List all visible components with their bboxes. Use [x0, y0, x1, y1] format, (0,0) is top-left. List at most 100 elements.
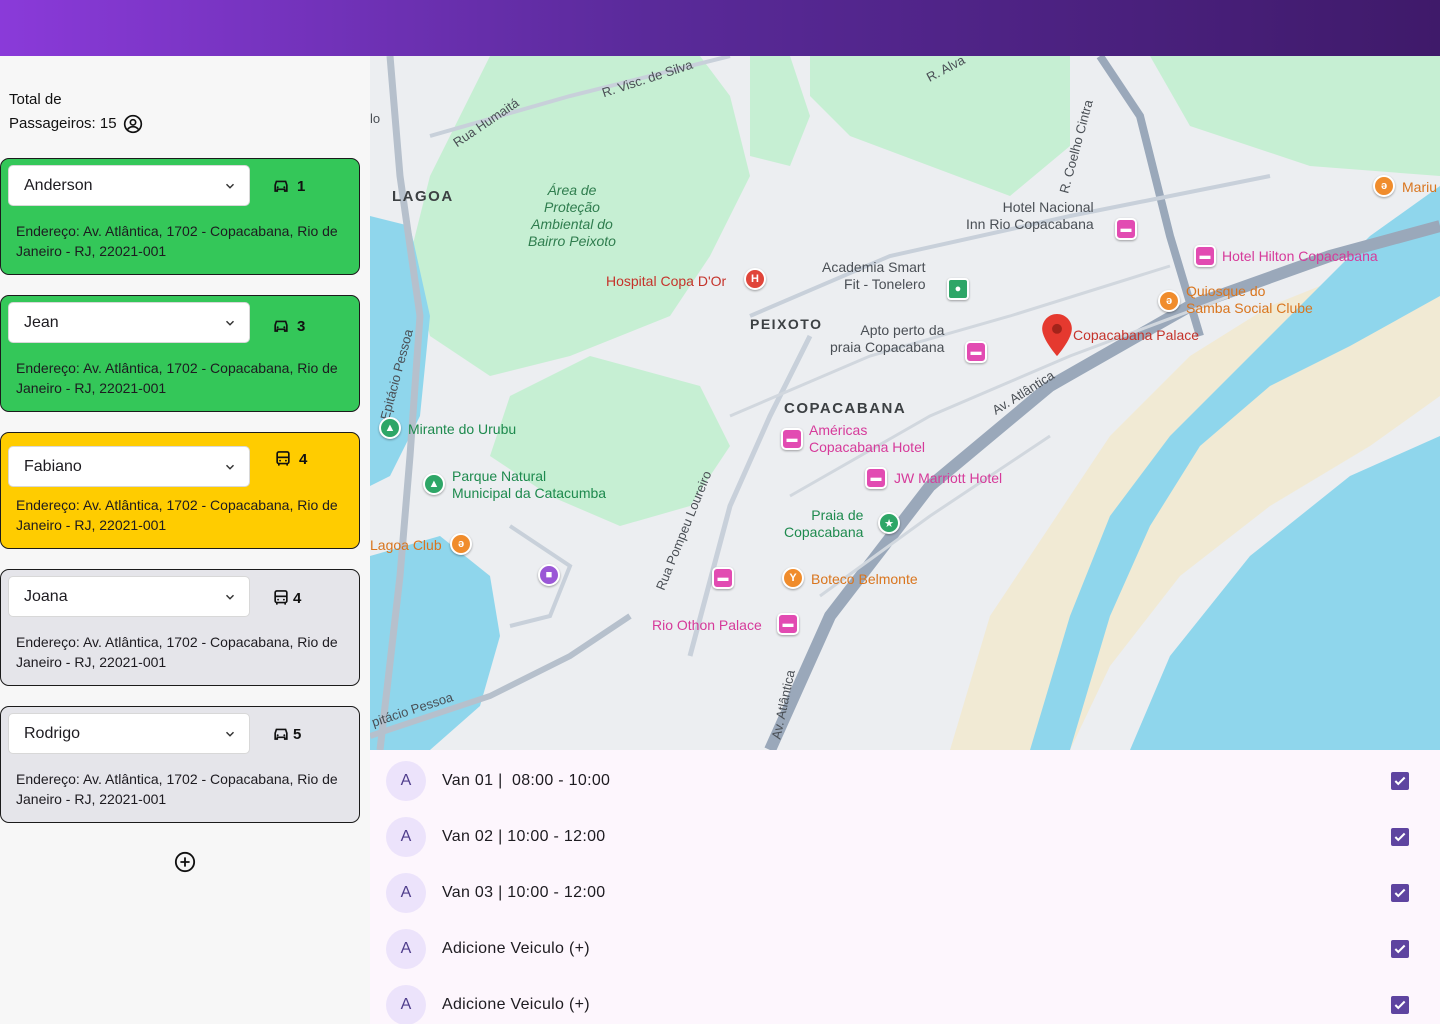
- passenger-card[interactable]: Jean 3 Endereço: Av. Atlântica, 1702 - C…: [0, 295, 360, 412]
- passenger-card[interactable]: Rodrigo 5 Endereço: Av. Atlântica, 1702 …: [0, 706, 360, 823]
- hotel-icon[interactable]: ▬: [1194, 245, 1216, 267]
- bus-icon: [276, 451, 290, 466]
- hotel-icon[interactable]: ▬: [712, 567, 734, 589]
- passenger-select[interactable]: Jean: [8, 302, 250, 343]
- map-label: Copacabana Palace: [1073, 327, 1200, 343]
- hotel-icon[interactable]: ▬: [965, 341, 987, 363]
- checkbox[interactable]: [1391, 772, 1409, 790]
- hospital-icon[interactable]: H: [744, 268, 766, 290]
- passenger-sidebar: Total de Passageiros: 15 Anderson 1 Ende…: [0, 56, 370, 1024]
- list-item-label: Van 01 | 08:00 - 10:00: [442, 772, 611, 789]
- restaurant-icon[interactable]: ә: [1158, 290, 1180, 312]
- passenger-address: Endereço: Av. Atlântica, 1702 - Copacaba…: [16, 634, 338, 670]
- list-item-label: Van 03 | 10:00 - 12:00: [442, 884, 606, 901]
- hotel-icon[interactable]: ▬: [777, 613, 799, 635]
- avatar: A: [386, 817, 426, 857]
- restaurant-icon[interactable]: ә: [1373, 175, 1395, 197]
- vehicle-count: 3: [297, 317, 306, 335]
- vehicle-count: 5: [293, 725, 302, 743]
- vehicle-indicator: 4: [273, 449, 307, 469]
- check-icon: [1394, 1000, 1406, 1010]
- viewpoint-icon[interactable]: ▲: [379, 417, 401, 439]
- location-marker-icon[interactable]: [1042, 314, 1072, 356]
- list-item[interactable]: A Van 01 | 08:00 - 10:00: [370, 753, 1440, 809]
- map-label: Parque Natural Municipal da Catacumba: [452, 468, 607, 501]
- map-label: Apto perto da praia Copacabana: [830, 322, 945, 355]
- map-label: Quiosque do Samba Social Clube: [1186, 283, 1313, 316]
- total-passengers: Total de Passageiros: 15: [9, 88, 143, 136]
- list-item[interactable]: A Adicione Veiculo (+): [370, 921, 1440, 977]
- car-icon: [274, 180, 288, 192]
- bus-icon: [274, 590, 288, 605]
- hotel-icon[interactable]: ▬: [1115, 218, 1137, 240]
- passenger-card[interactable]: Fabiano 4 Endereço: Av. Atlântica, 1702 …: [0, 432, 360, 549]
- museum-icon[interactable]: ■: [538, 564, 560, 586]
- check-icon: [1394, 776, 1406, 786]
- list-item[interactable]: A Van 03 | 10:00 - 12:00: [370, 865, 1440, 921]
- passenger-select[interactable]: Joana: [8, 576, 250, 617]
- map-label: Mirante do Urubu: [408, 421, 517, 437]
- list-item[interactable]: A Adicione Veiculo (+): [370, 977, 1440, 1024]
- total-label-line2: Passageiros: 15: [9, 115, 117, 132]
- top-app-bar: [0, 0, 1440, 56]
- car-icon: [274, 728, 288, 740]
- map-label: Academia Smart Fit - Tonelero: [822, 259, 926, 292]
- restaurant-icon[interactable]: ә: [450, 533, 472, 555]
- map-label: JW Marriott Hotel: [894, 470, 1003, 486]
- checkbox[interactable]: [1391, 940, 1409, 958]
- passenger-address: Endereço: Av. Atlântica, 1702 - Copacaba…: [16, 360, 338, 396]
- map-label: COPACABANA: [784, 400, 907, 417]
- vehicle-indicator: 5: [271, 724, 301, 744]
- check-icon: [1394, 944, 1406, 954]
- passenger-address: Endereço: Av. Atlântica, 1702 - Copacaba…: [16, 497, 338, 533]
- vehicle-count: 1: [297, 177, 306, 195]
- passenger-select[interactable]: Anderson: [8, 165, 250, 206]
- vehicle-count: 4: [299, 450, 308, 468]
- map-label: Lagoa Club: [370, 537, 442, 553]
- beach-icon[interactable]: ★: [878, 512, 900, 534]
- chevron-down-icon: [225, 320, 235, 326]
- checkbox[interactable]: [1391, 828, 1409, 846]
- passenger-select-value: Fabiano: [24, 457, 82, 475]
- gym-icon[interactable]: ●: [947, 278, 969, 300]
- map-label: Mariu: [1402, 179, 1438, 195]
- check-icon: [1394, 832, 1406, 842]
- avatar: A: [386, 873, 426, 913]
- map-label: Américas Copacabana Hotel: [809, 422, 925, 455]
- passenger-address: Endereço: Av. Atlântica, 1702 - Copacaba…: [16, 771, 338, 807]
- car-icon: [274, 320, 288, 332]
- map-label: PEIXOTO: [750, 316, 823, 332]
- list-item-label: Van 02 | 10:00 - 12:00: [442, 828, 606, 845]
- passenger-select[interactable]: Rodrigo: [8, 713, 250, 754]
- passenger-select-value: Rodrigo: [24, 724, 81, 742]
- map-view[interactable]: R. Visc. de Silva R. Alva Rua Humaitá R.…: [370, 56, 1440, 750]
- chevron-down-icon: [225, 464, 235, 470]
- park-icon[interactable]: ▲: [423, 473, 445, 495]
- bar-icon[interactable]: Y: [782, 567, 804, 589]
- checkbox[interactable]: [1391, 996, 1409, 1014]
- vehicle-count: 4: [293, 589, 302, 607]
- passenger-card[interactable]: Anderson 1 Endereço: Av. Atlântica, 1702…: [0, 158, 360, 275]
- vehicle-indicator: 4: [271, 588, 301, 608]
- list-item-label: Adicione Veiculo (+): [442, 940, 590, 957]
- vehicle-indicator: 1: [271, 176, 305, 196]
- avatar: A: [386, 985, 426, 1024]
- passenger-select-value: Joana: [24, 587, 68, 605]
- map-label: Hospital Copa D'Or: [606, 273, 727, 289]
- map-label: Hotel Hilton Copacabana: [1222, 248, 1378, 264]
- passenger-select-value: Anderson: [24, 176, 93, 194]
- map-label: Área de Proteção Ambiental do Bairro Pei…: [528, 182, 616, 249]
- passenger-address: Endereço: Av. Atlântica, 1702 - Copacaba…: [16, 223, 338, 259]
- hotel-icon[interactable]: ▬: [865, 467, 887, 489]
- map-label: Boteco Belmonte: [811, 571, 918, 587]
- passenger-card[interactable]: Joana 4 Endereço: Av. Atlântica, 1702 - …: [0, 569, 360, 686]
- chevron-down-icon: [225, 183, 235, 189]
- checkbox[interactable]: [1391, 884, 1409, 902]
- list-item[interactable]: A Van 02 | 10:00 - 12:00: [370, 809, 1440, 865]
- hotel-icon[interactable]: ▬: [781, 428, 803, 450]
- map-label: Rio Othon Palace: [652, 617, 762, 633]
- passenger-select-value: Jean: [24, 313, 59, 331]
- add-circle-icon[interactable]: [174, 851, 196, 873]
- passenger-select[interactable]: Fabiano: [8, 446, 250, 487]
- check-icon: [1394, 888, 1406, 898]
